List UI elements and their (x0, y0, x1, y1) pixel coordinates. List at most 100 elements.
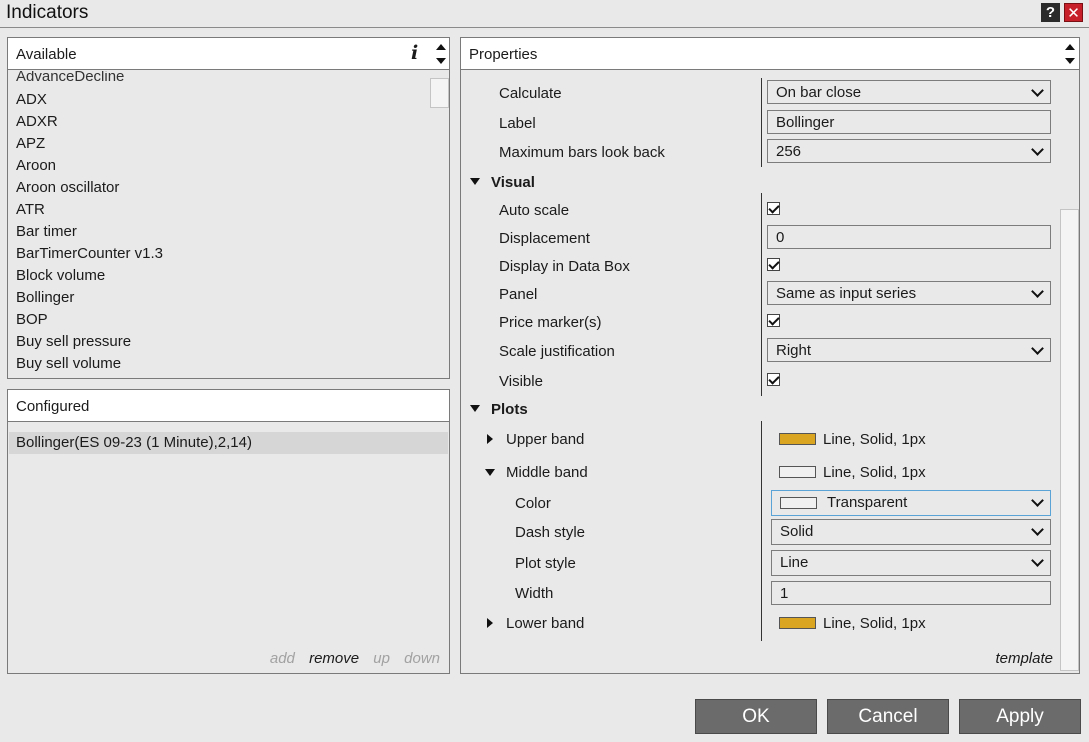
plots-section-title[interactable]: Plots (491, 401, 528, 418)
available-list: AdvanceDecline ADX ADXR APZ Aroon Aroon … (8, 71, 429, 376)
available-title: Available (16, 46, 77, 63)
configured-header: Configured (8, 390, 449, 422)
configured-title: Configured (16, 398, 90, 415)
plot-style-select[interactable]: Line (771, 550, 1051, 576)
lower-band-color-swatch (779, 617, 816, 629)
list-item[interactable]: AdvanceDecline (16, 71, 124, 85)
info-icon[interactable]: i (411, 42, 418, 64)
color-select[interactable]: Transparent (771, 490, 1051, 516)
list-item[interactable]: Buy sell volume (16, 355, 121, 372)
list-item[interactable]: BarTimerCounter v1.3 (16, 245, 163, 262)
available-header: Available i (8, 38, 449, 70)
color-label: Color (515, 495, 551, 512)
ok-button[interactable]: OK (695, 699, 817, 734)
plot-style-label: Plot style (515, 555, 576, 572)
list-item[interactable]: ADXR (16, 113, 58, 130)
middle-band-color-swatch (779, 466, 816, 478)
dash-style-label: Dash style (515, 524, 586, 541)
scale-justification-value: Right (776, 342, 812, 359)
up-link[interactable]: up (373, 650, 390, 667)
calculate-select[interactable]: On bar close (767, 80, 1051, 104)
auto-scale-label: Auto scale (499, 202, 570, 219)
close-icon: ✕ (1067, 4, 1080, 22)
arrow-up-icon[interactable] (436, 44, 446, 50)
expand-lower-band-icon[interactable] (487, 618, 493, 628)
title-bar: Indicators ? ✕ (0, 0, 1089, 27)
configured-item-selected[interactable]: Bollinger(ES 09-23 (1 Minute),2,14) (9, 432, 448, 454)
column-divider (761, 421, 762, 641)
arrow-up-icon[interactable] (1065, 44, 1075, 50)
arrow-down-icon[interactable] (436, 58, 446, 64)
upper-band-label[interactable]: Upper band (506, 431, 584, 448)
calculate-label: Calculate (499, 85, 562, 102)
auto-scale-checkbox[interactable] (767, 202, 780, 215)
upper-band-color-swatch (779, 433, 816, 445)
width-input[interactable]: 1 (771, 581, 1051, 605)
list-item[interactable]: Aroon oscillator (16, 179, 119, 196)
data-box-checkbox[interactable] (767, 258, 780, 271)
remove-link[interactable]: remove (309, 650, 359, 667)
list-item[interactable]: ATR (16, 201, 45, 218)
list-item[interactable]: Block volume (16, 267, 105, 284)
properties-title: Properties (469, 46, 538, 63)
price-marker-label: Price marker(s) (499, 314, 602, 331)
displacement-value: 0 (776, 229, 785, 246)
upper-band-summary: Line, Solid, 1px (823, 431, 926, 448)
displacement-label: Displacement (499, 230, 590, 247)
panel-label: Panel (499, 286, 538, 303)
available-scrollbar[interactable] (430, 71, 449, 377)
label-input[interactable]: Bollinger (767, 110, 1051, 134)
collapse-plots-icon[interactable] (470, 405, 480, 412)
expand-upper-band-icon[interactable] (487, 434, 493, 444)
lower-band-summary: Line, Solid, 1px (823, 615, 926, 632)
width-label: Width (515, 585, 554, 602)
scrollbar-thumb[interactable] (1060, 209, 1079, 671)
help-icon: ? (1045, 4, 1056, 21)
properties-panel: Properties Calculate On bar close Label … (460, 37, 1080, 674)
scale-justification-select[interactable]: Right (767, 338, 1051, 362)
add-link[interactable]: add (270, 650, 295, 667)
price-marker-checkbox[interactable] (767, 314, 780, 327)
displacement-input[interactable]: 0 (767, 225, 1051, 249)
max-bars-label: Maximum bars look back (499, 144, 665, 161)
down-link[interactable]: down (404, 650, 440, 667)
list-item[interactable]: Bollinger (16, 289, 74, 306)
apply-label: Apply (996, 705, 1044, 727)
collapse-visual-icon[interactable] (470, 178, 480, 185)
apply-button[interactable]: Apply (959, 699, 1081, 734)
template-link[interactable]: template (995, 650, 1053, 667)
list-item[interactable]: ADX (16, 91, 47, 108)
window-title: Indicators (6, 2, 89, 23)
arrow-down-icon[interactable] (1065, 58, 1075, 64)
list-item[interactable]: Aroon (16, 157, 56, 174)
max-bars-select[interactable]: 256 (767, 139, 1051, 163)
column-divider (761, 78, 762, 167)
configured-item-label: Bollinger(ES 09-23 (1 Minute),2,14) (16, 434, 252, 451)
list-item[interactable]: BOP (16, 311, 48, 328)
color-value: Transparent (827, 494, 908, 511)
middle-band-label[interactable]: Middle band (506, 464, 588, 481)
properties-scrollbar[interactable] (1060, 71, 1079, 673)
scrollbar-thumb[interactable] (430, 78, 449, 108)
collapse-middle-band-icon[interactable] (485, 469, 495, 476)
label-value: Bollinger (776, 114, 835, 131)
scale-justification-label: Scale justification (499, 343, 615, 360)
cancel-button[interactable]: Cancel (827, 699, 949, 734)
panel-value: Same as input series (776, 285, 917, 302)
close-button[interactable]: ✕ (1064, 3, 1083, 22)
dash-style-select[interactable]: Solid (771, 519, 1051, 545)
list-item[interactable]: APZ (16, 135, 45, 152)
label-label: Label (499, 115, 536, 132)
available-sort-arrows[interactable] (434, 40, 448, 68)
help-button[interactable]: ? (1041, 3, 1060, 22)
width-value: 1 (780, 585, 789, 602)
panel-select[interactable]: Same as input series (767, 281, 1051, 305)
list-item[interactable]: Bar timer (16, 223, 77, 240)
properties-scroll-arrows[interactable] (1063, 40, 1077, 68)
visual-section-title[interactable]: Visual (491, 174, 535, 191)
list-item[interactable]: Buy sell pressure (16, 333, 131, 350)
calculate-value: On bar close (776, 84, 862, 101)
visible-checkbox[interactable] (767, 373, 780, 386)
properties-header: Properties (461, 38, 1079, 70)
lower-band-label[interactable]: Lower band (506, 615, 584, 632)
